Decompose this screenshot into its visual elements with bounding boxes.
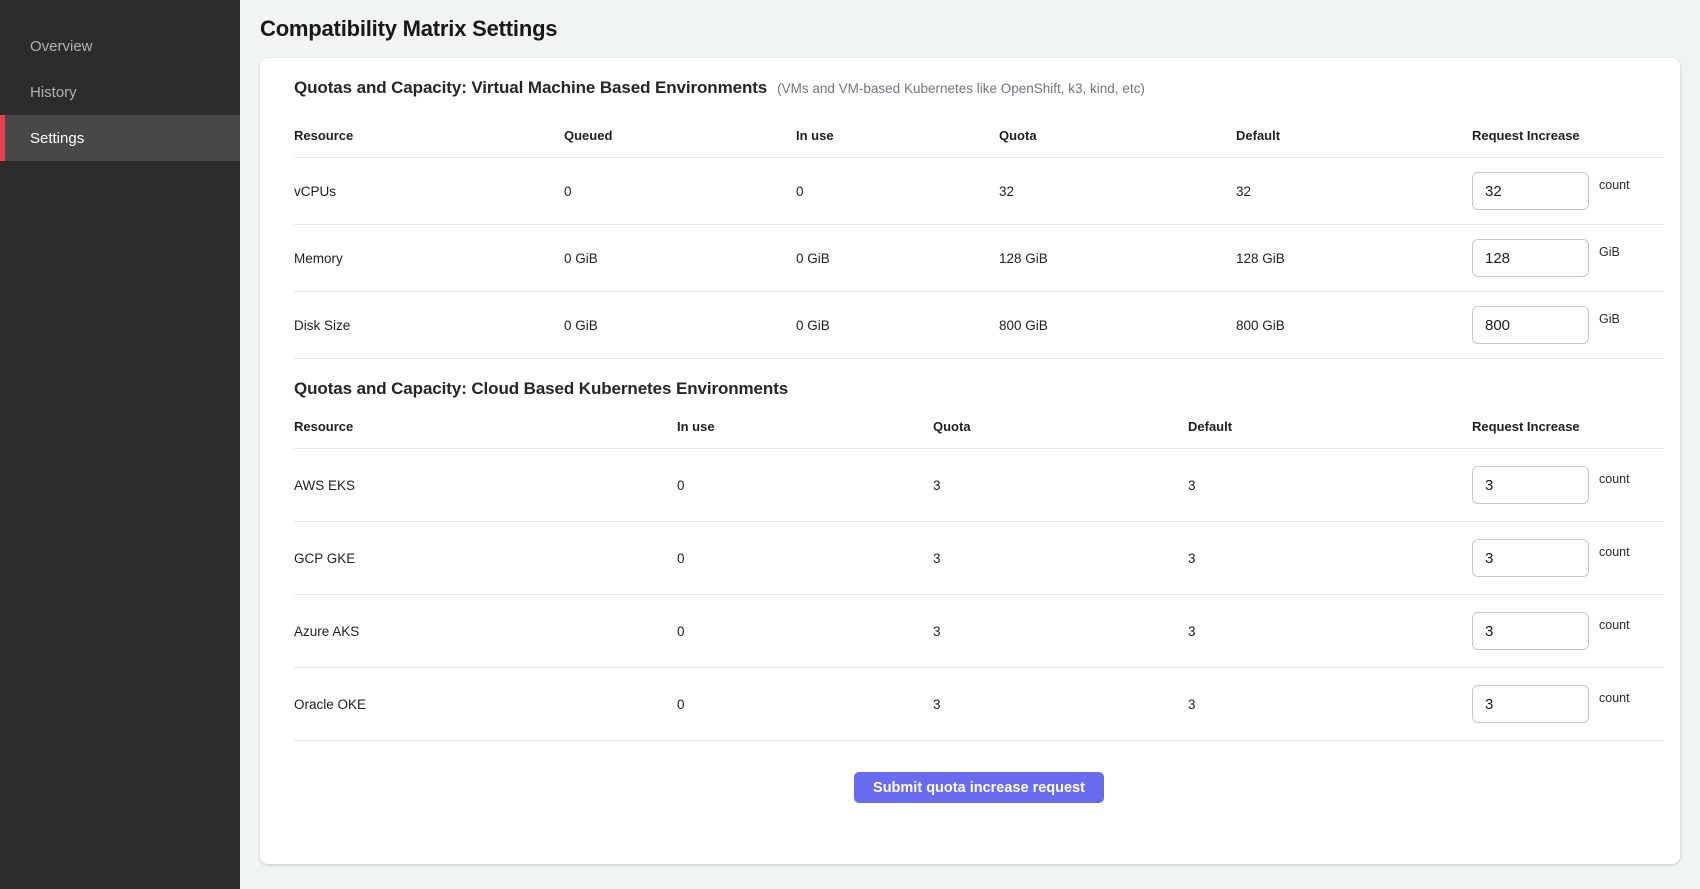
table-row-oracle-oke: Oracle OKE 0 3 3 count xyxy=(294,668,1664,741)
sidebar: Overview History Settings xyxy=(0,0,240,889)
unit-label: GiB xyxy=(1599,245,1620,259)
vm-section-title: Quotas and Capacity: Virtual Machine Bas… xyxy=(294,78,767,98)
cloud-table-header: Resource In use Quota Default Request In… xyxy=(294,405,1664,449)
in-use-value: 0 GiB xyxy=(796,318,999,333)
table-row-vcpus: vCPUs 0 0 32 32 count xyxy=(294,158,1664,225)
page-title: Compatibility Matrix Settings xyxy=(260,16,1680,42)
cloud-section-title: Quotas and Capacity: Cloud Based Kuberne… xyxy=(294,379,788,399)
memory-request-input[interactable] xyxy=(1472,239,1589,277)
vm-section-subtitle: (VMs and VM-based Kubernetes like OpenSh… xyxy=(777,81,1145,96)
sidebar-item-label: History xyxy=(30,84,77,101)
cloud-section-header: Quotas and Capacity: Cloud Based Kuberne… xyxy=(294,379,1664,399)
quota-value: 3 xyxy=(933,551,1188,566)
resource-name: Disk Size xyxy=(294,318,564,333)
table-row-gcp-gke: GCP GKE 0 3 3 count xyxy=(294,522,1664,595)
in-use-value: 0 GiB xyxy=(796,251,999,266)
submit-quota-increase-button[interactable]: Submit quota increase request xyxy=(854,772,1104,803)
vm-table-header: Resource Queued In use Quota Default Req… xyxy=(294,104,1664,158)
resource-name: GCP GKE xyxy=(294,551,677,566)
in-use-value: 0 xyxy=(677,624,933,639)
column-header-in-use: In use xyxy=(677,419,933,434)
table-row-memory: Memory 0 GiB 0 GiB 128 GiB 128 GiB GiB xyxy=(294,225,1664,292)
sidebar-item-label: Overview xyxy=(30,38,93,55)
unit-label: count xyxy=(1599,691,1630,705)
quota-value: 3 xyxy=(933,697,1188,712)
submit-row: Submit quota increase request xyxy=(294,741,1664,803)
in-use-value: 0 xyxy=(677,478,933,493)
sidebar-item-label: Settings xyxy=(30,130,84,147)
queued-value: 0 GiB xyxy=(564,318,796,333)
table-row-aws-eks: AWS EKS 0 3 3 count xyxy=(294,449,1664,522)
column-header-request-increase: Request Increase xyxy=(1472,419,1664,434)
request-increase-cell: count xyxy=(1472,466,1664,504)
request-increase-cell: GiB xyxy=(1472,306,1664,344)
sidebar-item-overview[interactable]: Overview xyxy=(0,23,240,69)
resource-name: Memory xyxy=(294,251,564,266)
request-increase-cell: count xyxy=(1472,612,1664,650)
request-increase-cell: count xyxy=(1472,539,1664,577)
app-window: Overview History Settings Compatibility … xyxy=(0,0,1700,889)
column-header-default: Default xyxy=(1236,128,1472,143)
oracle-oke-request-input[interactable] xyxy=(1472,685,1589,723)
gcp-gke-request-input[interactable] xyxy=(1472,539,1589,577)
in-use-value: 0 xyxy=(677,697,933,712)
sidebar-item-history[interactable]: History xyxy=(0,69,240,115)
resource-name: vCPUs xyxy=(294,184,564,199)
sidebar-item-settings[interactable]: Settings xyxy=(0,115,240,161)
vcpus-request-input[interactable] xyxy=(1472,172,1589,210)
default-value: 3 xyxy=(1188,697,1472,712)
unit-label: GiB xyxy=(1599,312,1620,326)
resource-name: Oracle OKE xyxy=(294,697,677,712)
quota-value: 128 GiB xyxy=(999,251,1236,266)
in-use-value: 0 xyxy=(677,551,933,566)
column-header-quota: Quota xyxy=(999,128,1236,143)
unit-label: count xyxy=(1599,545,1630,559)
quota-value: 32 xyxy=(999,184,1236,199)
settings-card: Quotas and Capacity: Virtual Machine Bas… xyxy=(260,58,1680,864)
queued-value: 0 xyxy=(564,184,796,199)
aws-eks-request-input[interactable] xyxy=(1472,466,1589,504)
disk-size-request-input[interactable] xyxy=(1472,306,1589,344)
request-increase-cell: GiB xyxy=(1472,239,1664,277)
default-value: 3 xyxy=(1188,551,1472,566)
resource-name: AWS EKS xyxy=(294,478,677,493)
vm-section-header: Quotas and Capacity: Virtual Machine Bas… xyxy=(294,78,1664,98)
queued-value: 0 GiB xyxy=(564,251,796,266)
main-content: Compatibility Matrix Settings Quotas and… xyxy=(240,0,1700,889)
table-row-disk-size: Disk Size 0 GiB 0 GiB 800 GiB 800 GiB Gi… xyxy=(294,292,1664,359)
column-header-resource: Resource xyxy=(294,419,677,434)
column-header-request-increase: Request Increase xyxy=(1472,128,1664,143)
in-use-value: 0 xyxy=(796,184,999,199)
default-value: 3 xyxy=(1188,624,1472,639)
default-value: 3 xyxy=(1188,478,1472,493)
unit-label: count xyxy=(1599,472,1630,486)
column-header-in-use: In use xyxy=(796,128,999,143)
column-header-resource: Resource xyxy=(294,128,564,143)
unit-label: count xyxy=(1599,618,1630,632)
column-header-queued: Queued xyxy=(564,128,796,143)
request-increase-cell: count xyxy=(1472,172,1664,210)
quota-value: 3 xyxy=(933,624,1188,639)
quota-value: 3 xyxy=(933,478,1188,493)
column-header-quota: Quota xyxy=(933,419,1188,434)
column-header-default: Default xyxy=(1188,419,1472,434)
default-value: 32 xyxy=(1236,184,1472,199)
unit-label: count xyxy=(1599,178,1630,192)
request-increase-cell: count xyxy=(1472,685,1664,723)
default-value: 800 GiB xyxy=(1236,318,1472,333)
quota-value: 800 GiB xyxy=(999,318,1236,333)
default-value: 128 GiB xyxy=(1236,251,1472,266)
resource-name: Azure AKS xyxy=(294,624,677,639)
azure-aks-request-input[interactable] xyxy=(1472,612,1589,650)
table-row-azure-aks: Azure AKS 0 3 3 count xyxy=(294,595,1664,668)
